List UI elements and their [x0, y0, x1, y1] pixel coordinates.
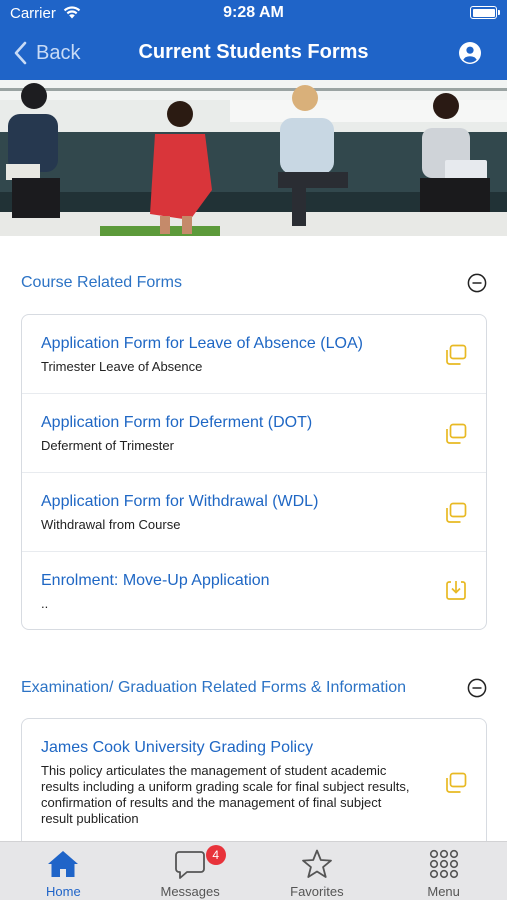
form-title: James Cook University Grading Policy	[41, 739, 314, 756]
form-subtitle: This policy articulates the management o…	[41, 763, 410, 826]
copy-icon[interactable]	[444, 422, 468, 446]
copy-icon[interactable]	[444, 501, 468, 525]
tab-bar: Home 4 Messages Favorites Menu	[0, 841, 507, 900]
chat-bubble-icon	[175, 851, 206, 879]
section-title: Course Related Forms	[21, 274, 182, 291]
message-count-badge: 4	[205, 845, 226, 865]
form-title: Application Form for Leave of Absence (L…	[41, 335, 363, 352]
form-subtitle: ..	[41, 596, 49, 611]
form-title: Enrolment: Move-Up Application	[41, 572, 270, 589]
collapse-icon[interactable]	[467, 678, 487, 698]
tab-label: Favorites	[290, 884, 344, 899]
form-item-move-up[interactable]: Enrolment: Move-Up Application ..	[22, 552, 486, 629]
form-item-loa[interactable]: Application Form for Leave of Absence (L…	[22, 315, 486, 394]
course-forms-card: Application Form for Leave of Absence (L…	[21, 314, 487, 630]
clock: 9:28 AM	[223, 4, 284, 21]
tab-label: Messages	[160, 884, 220, 899]
form-subtitle: Withdrawal from Course	[41, 517, 181, 532]
collapse-icon[interactable]	[467, 273, 487, 293]
form-subtitle: Trimester Leave of Absence	[41, 359, 203, 374]
battery-icon	[470, 6, 500, 19]
tab-menu[interactable]: Menu	[380, 842, 507, 900]
status-bar: Carrier 9:28 AM	[0, 0, 507, 28]
profile-icon[interactable]	[458, 41, 482, 70]
copy-icon[interactable]	[444, 771, 468, 795]
form-subtitle: Deferment of Trimester	[41, 438, 174, 453]
form-title: Application Form for Withdrawal (WDL)	[41, 493, 319, 510]
home-icon	[48, 851, 79, 877]
section-title: Examination/ Graduation Related Forms & …	[21, 679, 407, 696]
copy-icon[interactable]	[444, 343, 468, 367]
section-header-course[interactable]: Course Related Forms	[21, 273, 487, 293]
tab-label: Menu	[427, 884, 460, 899]
page-title: Current Students Forms	[138, 41, 369, 63]
star-icon	[301, 849, 332, 878]
tab-label: Home	[46, 884, 81, 899]
form-item-wdl[interactable]: Application Form for Withdrawal (WDL) Wi…	[22, 473, 486, 552]
hero-image	[0, 80, 507, 236]
grid-menu-icon	[429, 849, 458, 879]
nav-header: Carrier 9:28 AM Back Current Students Fo…	[0, 0, 507, 80]
form-item-dot[interactable]: Application Form for Deferment (DOT) Def…	[22, 394, 486, 473]
form-title: Application Form for Deferment (DOT)	[41, 414, 313, 431]
download-icon[interactable]	[444, 578, 468, 602]
tab-messages[interactable]: 4 Messages	[127, 842, 254, 900]
tab-favorites[interactable]: Favorites	[254, 842, 381, 900]
section-header-exam[interactable]: Examination/ Graduation Related Forms & …	[21, 678, 487, 698]
tab-home[interactable]: Home	[0, 842, 127, 900]
